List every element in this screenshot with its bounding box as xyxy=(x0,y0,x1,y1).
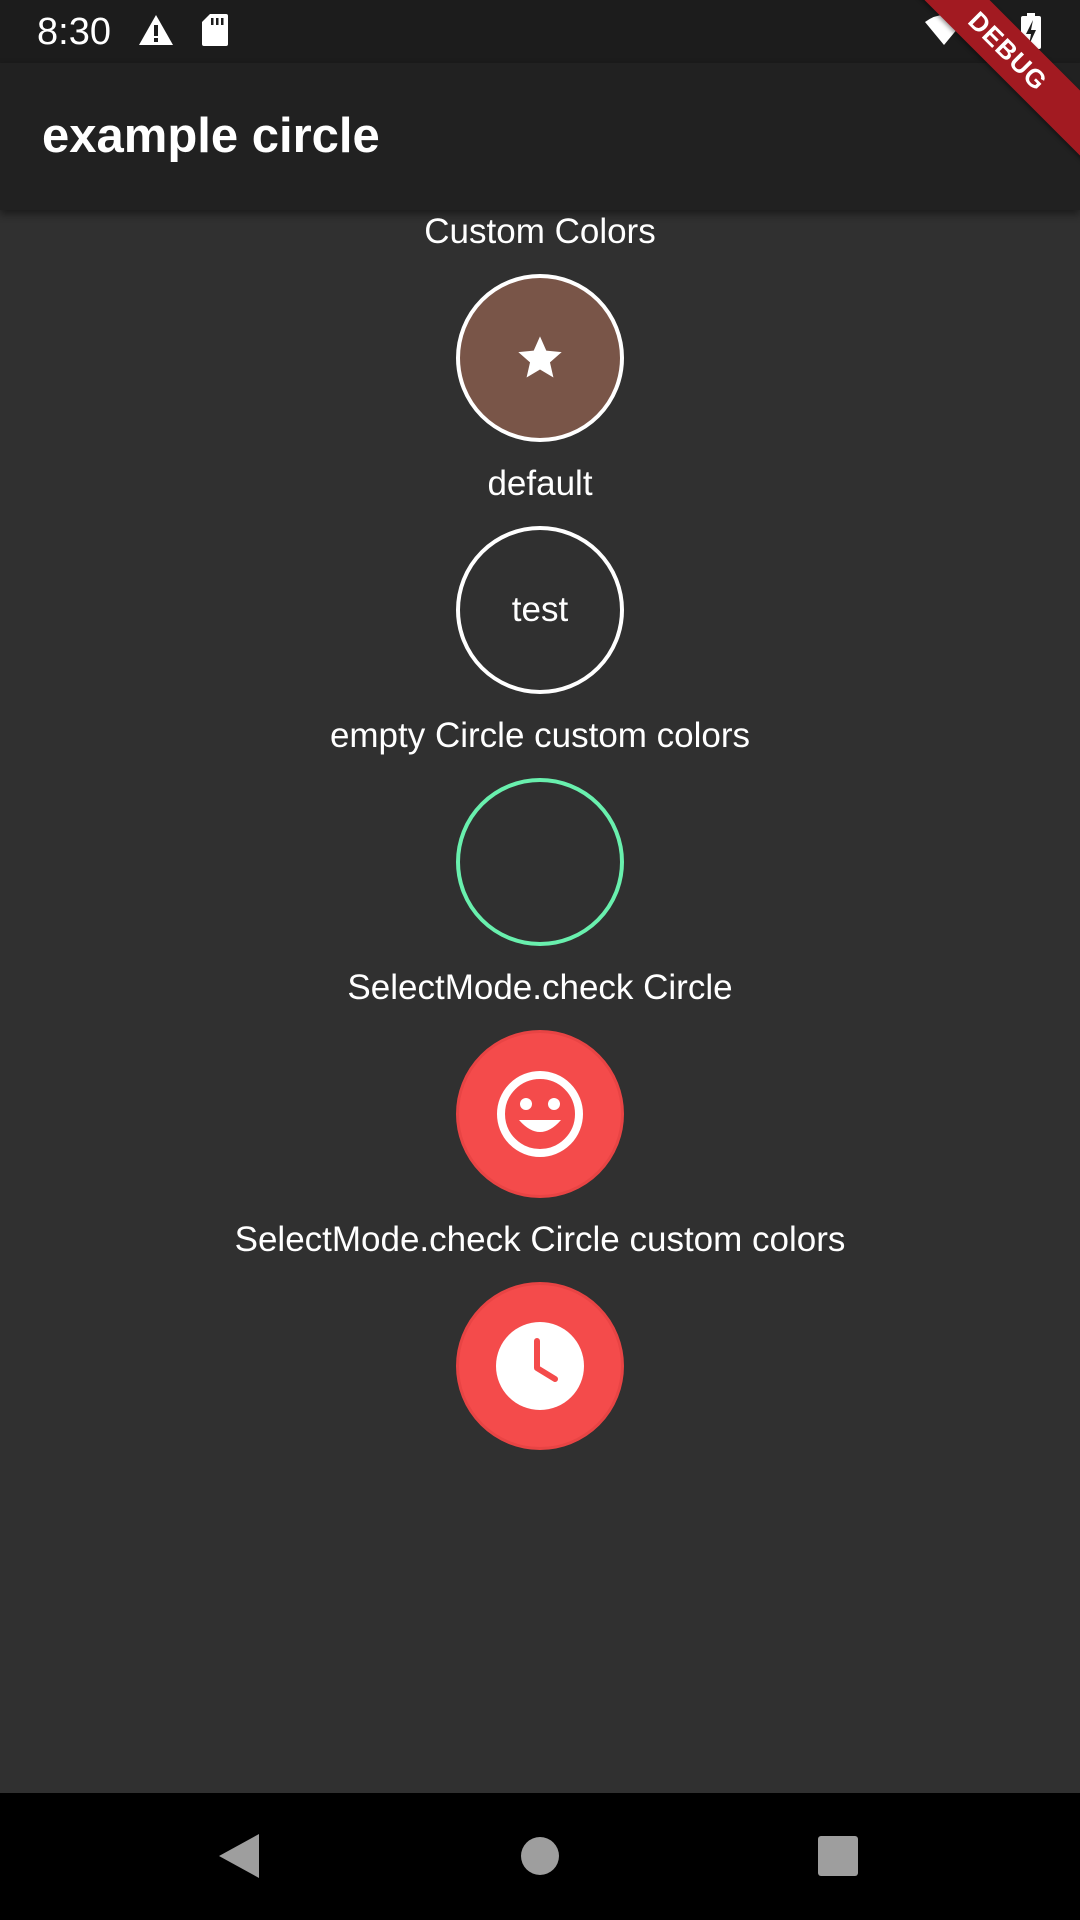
home-icon xyxy=(521,1837,559,1875)
smiley-face-icon xyxy=(497,1071,583,1157)
warning-icon xyxy=(139,15,173,45)
circle-text: test xyxy=(511,590,569,629)
status-bar: 8:30 xyxy=(0,0,1080,63)
navigation-bar xyxy=(0,1793,1080,1920)
empty-circle[interactable] xyxy=(456,778,624,946)
home-button[interactable] xyxy=(507,1823,573,1889)
star-icon xyxy=(518,336,562,378)
check-circle-custom-colors[interactable] xyxy=(456,1282,624,1450)
circle-list: Custom Colors default test empty Circle … xyxy=(0,210,1080,1793)
section-label-empty-circle: empty Circle custom colors xyxy=(329,716,751,755)
recents-button[interactable] xyxy=(805,1823,871,1889)
section-label-default: default xyxy=(487,464,593,503)
recents-icon xyxy=(818,1836,858,1876)
back-button[interactable] xyxy=(206,1823,272,1889)
back-icon xyxy=(219,1834,259,1878)
custom-colors-circle[interactable] xyxy=(456,274,624,442)
status-time: 8:30 xyxy=(37,11,111,53)
sd-card-icon xyxy=(202,14,228,46)
app-screen: 8:30 example circle DEBUG Custom Colors … xyxy=(0,0,1080,1920)
app-bar: example circle xyxy=(0,63,1080,210)
check-circle[interactable] xyxy=(456,1030,624,1198)
default-circle[interactable]: test xyxy=(456,526,624,694)
section-label-check-circle: SelectMode.check Circle xyxy=(347,968,733,1007)
page-title: example circle xyxy=(42,109,380,163)
section-label-check-circle-custom: SelectMode.check Circle custom colors xyxy=(234,1220,846,1259)
clock-icon xyxy=(496,1322,584,1410)
section-label-custom-colors: Custom Colors xyxy=(424,212,656,251)
